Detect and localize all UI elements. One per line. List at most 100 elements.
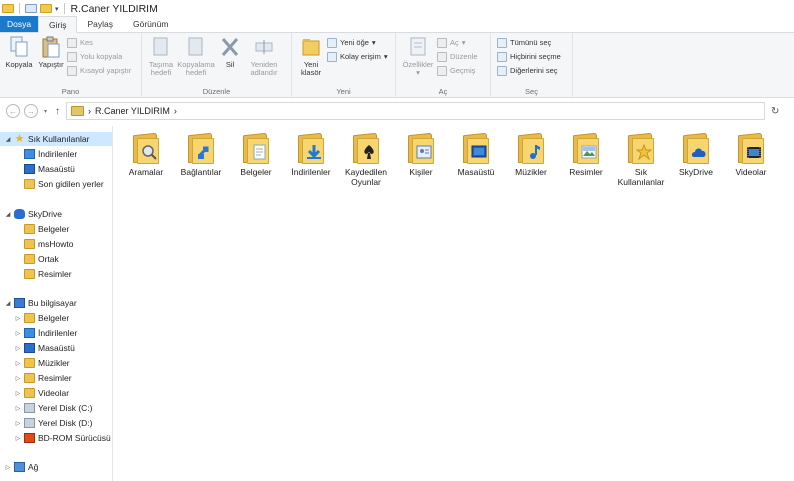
folder-item[interactable]: Kişiler [393, 130, 449, 177]
history-icon [437, 65, 447, 76]
invert-selection-button[interactable]: Diğerlerini seç [497, 65, 561, 76]
folder-item[interactable]: Masaüstü [448, 130, 504, 177]
expand-arrow-icon[interactable]: ▷ [14, 390, 22, 397]
download-arrow-icon [307, 145, 321, 159]
expanded-arrow-icon[interactable]: ◢ [4, 136, 12, 143]
folder-item[interactable]: Sık Kullanılanlar [613, 130, 669, 187]
nav-item-label: SkyDrive [28, 209, 63, 219]
nav-item[interactable]: ▷ Yerel Disk (D:) [0, 416, 92, 430]
folder-item[interactable]: İndirilenler [283, 130, 339, 177]
nav-item[interactable]: İndirilenler [0, 147, 77, 161]
new-item-button[interactable]: Yeni öğe ▾ [327, 37, 388, 48]
folder-item[interactable]: Kaydedilen Oyunlar [338, 130, 394, 187]
nav-item-label: Son gidilen yerler [38, 179, 104, 189]
up-arrow-icon[interactable]: ↑ [55, 106, 60, 117]
expanded-arrow-icon[interactable]: ◢ [4, 300, 12, 307]
expand-arrow-icon[interactable]: ▷ [4, 464, 12, 471]
folder-item[interactable]: Videolar [723, 130, 779, 177]
folder-icon [24, 269, 35, 279]
nav-item[interactable]: ▷ Masaüstü [0, 341, 75, 355]
customize-dropdown-icon[interactable]: ▾ [55, 5, 59, 13]
folder-item[interactable]: Resimler [558, 130, 614, 177]
cloud-icon [691, 148, 706, 157]
folder-item-label: Kişiler [409, 167, 433, 177]
group-label-yeni: Yeni [336, 87, 351, 96]
tab-dosya[interactable]: Dosya [0, 16, 38, 32]
nav-item[interactable]: ▷ Videolar [0, 386, 69, 400]
nav-item[interactable]: Masaüstü [0, 162, 75, 176]
folder-item[interactable]: Bağlantılar [173, 130, 229, 177]
cut-button[interactable]: Kes [67, 37, 131, 48]
bd-icon [24, 433, 35, 443]
breadcrumb-separator-icon[interactable]: › [174, 106, 177, 116]
paste-shortcut-button[interactable]: Kısayol yapıştır [67, 65, 131, 76]
cut-label: Kes [80, 38, 93, 47]
nav-item[interactable]: Son gidilen yerler [0, 177, 104, 191]
copy-to-label-2: hedefi [185, 68, 207, 77]
nav-item[interactable]: ◢ SkyDrive [0, 207, 62, 221]
history-button[interactable]: Geçmiş [437, 65, 478, 76]
properties-icon[interactable] [25, 4, 37, 13]
nav-item[interactable]: ▷ İndirilenler [0, 326, 77, 340]
copy-path-button[interactable]: Yolu kopyala [67, 51, 131, 62]
new-folder-icon[interactable] [40, 4, 52, 13]
folder-icon [296, 130, 326, 164]
expand-arrow-icon[interactable]: ▷ [14, 405, 22, 412]
select-all-button[interactable]: Tümünü seç [497, 37, 561, 48]
address-bar[interactable]: › R.Caner YILDIRIM › [66, 102, 766, 120]
expanded-arrow-icon[interactable]: ◢ [4, 211, 12, 218]
nav-item-label: İndirilenler [38, 149, 78, 159]
expand-arrow-icon[interactable]: ▷ [14, 435, 22, 442]
nav-item-label: Resimler [38, 269, 72, 279]
dropdown-arrow-icon: ▾ [371, 38, 376, 47]
expand-arrow-icon[interactable]: ▷ [14, 330, 22, 337]
user-folder-icon [71, 106, 85, 116]
tab-paylas[interactable]: Paylaş [77, 16, 123, 32]
desk-icon [24, 164, 35, 174]
picture-icon [581, 145, 597, 159]
back-button[interactable]: ← [6, 104, 20, 118]
nav-item[interactable]: ◢ Bu bilgisayar [0, 296, 77, 310]
expand-arrow-icon[interactable]: ▷ [14, 345, 22, 352]
window-title: R.Caner YILDIRIM [70, 2, 158, 15]
nav-item[interactable]: ▷ Resimler [0, 371, 72, 385]
edit-button[interactable]: Düzenle [437, 51, 478, 62]
nav-item[interactable]: ▷ Yerel Disk (C:) [0, 401, 92, 415]
folder-icon [571, 130, 601, 164]
folder-icon [516, 130, 546, 164]
quick-access-toolbar: ▾ [0, 0, 67, 17]
select-all-icon [497, 37, 507, 48]
recent-locations-dropdown-icon[interactable]: ▾ [44, 108, 47, 115]
easy-access-label: Kolay erişim [340, 52, 381, 61]
nav-item-label: Belgeler [38, 224, 70, 234]
nav-item[interactable]: ▷ Müzikler [0, 356, 70, 370]
expand-arrow-icon[interactable]: ▷ [14, 315, 22, 322]
tab-giris[interactable]: Giriş [38, 16, 78, 33]
nav-item[interactable]: Resimler [0, 267, 72, 281]
nav-item[interactable]: ◢ ★ Sık Kullanılanlar [0, 132, 112, 146]
open-button[interactable]: Aç ▾ [437, 37, 478, 48]
folder-item[interactable]: Belgeler [228, 130, 284, 177]
folder-item[interactable]: Aramalar [118, 130, 174, 177]
breadcrumb-current[interactable]: R.Caner YILDIRIM [95, 106, 170, 116]
select-none-button[interactable]: Hiçbirini seçme [497, 51, 561, 62]
breadcrumb-separator-icon[interactable]: › [88, 106, 91, 116]
folder-item[interactable]: SkyDrive [668, 130, 724, 177]
nav-item-label: İndirilenler [38, 328, 78, 338]
easy-access-button[interactable]: Kolay erişim ▾ [327, 51, 388, 62]
nav-item[interactable]: msHowto [0, 237, 73, 251]
nav-item[interactable]: ▷ Belgeler [0, 311, 69, 325]
forward-button[interactable]: → [24, 104, 38, 118]
nav-item[interactable]: ▷ Ağ [0, 460, 38, 474]
ribbon-tabs: Dosya Giriş Paylaş Görünüm [0, 16, 794, 33]
expand-arrow-icon[interactable]: ▷ [14, 360, 22, 367]
nav-item[interactable]: ▷ BD-ROM Sürücüsü ( [0, 431, 112, 445]
expand-arrow-icon[interactable]: ▷ [14, 420, 22, 427]
folder-item[interactable]: Müzikler [503, 130, 559, 177]
refresh-icon[interactable]: ↻ [771, 106, 779, 117]
nav-item[interactable]: Ortak [0, 252, 59, 266]
nav-item[interactable]: Belgeler [0, 222, 69, 236]
group-pano: Kopyala Yapıştır Kes Yolu kopyala Kısayo… [0, 33, 142, 98]
tab-gorunum[interactable]: Görünüm [123, 16, 178, 32]
expand-arrow-icon[interactable]: ▷ [14, 375, 22, 382]
